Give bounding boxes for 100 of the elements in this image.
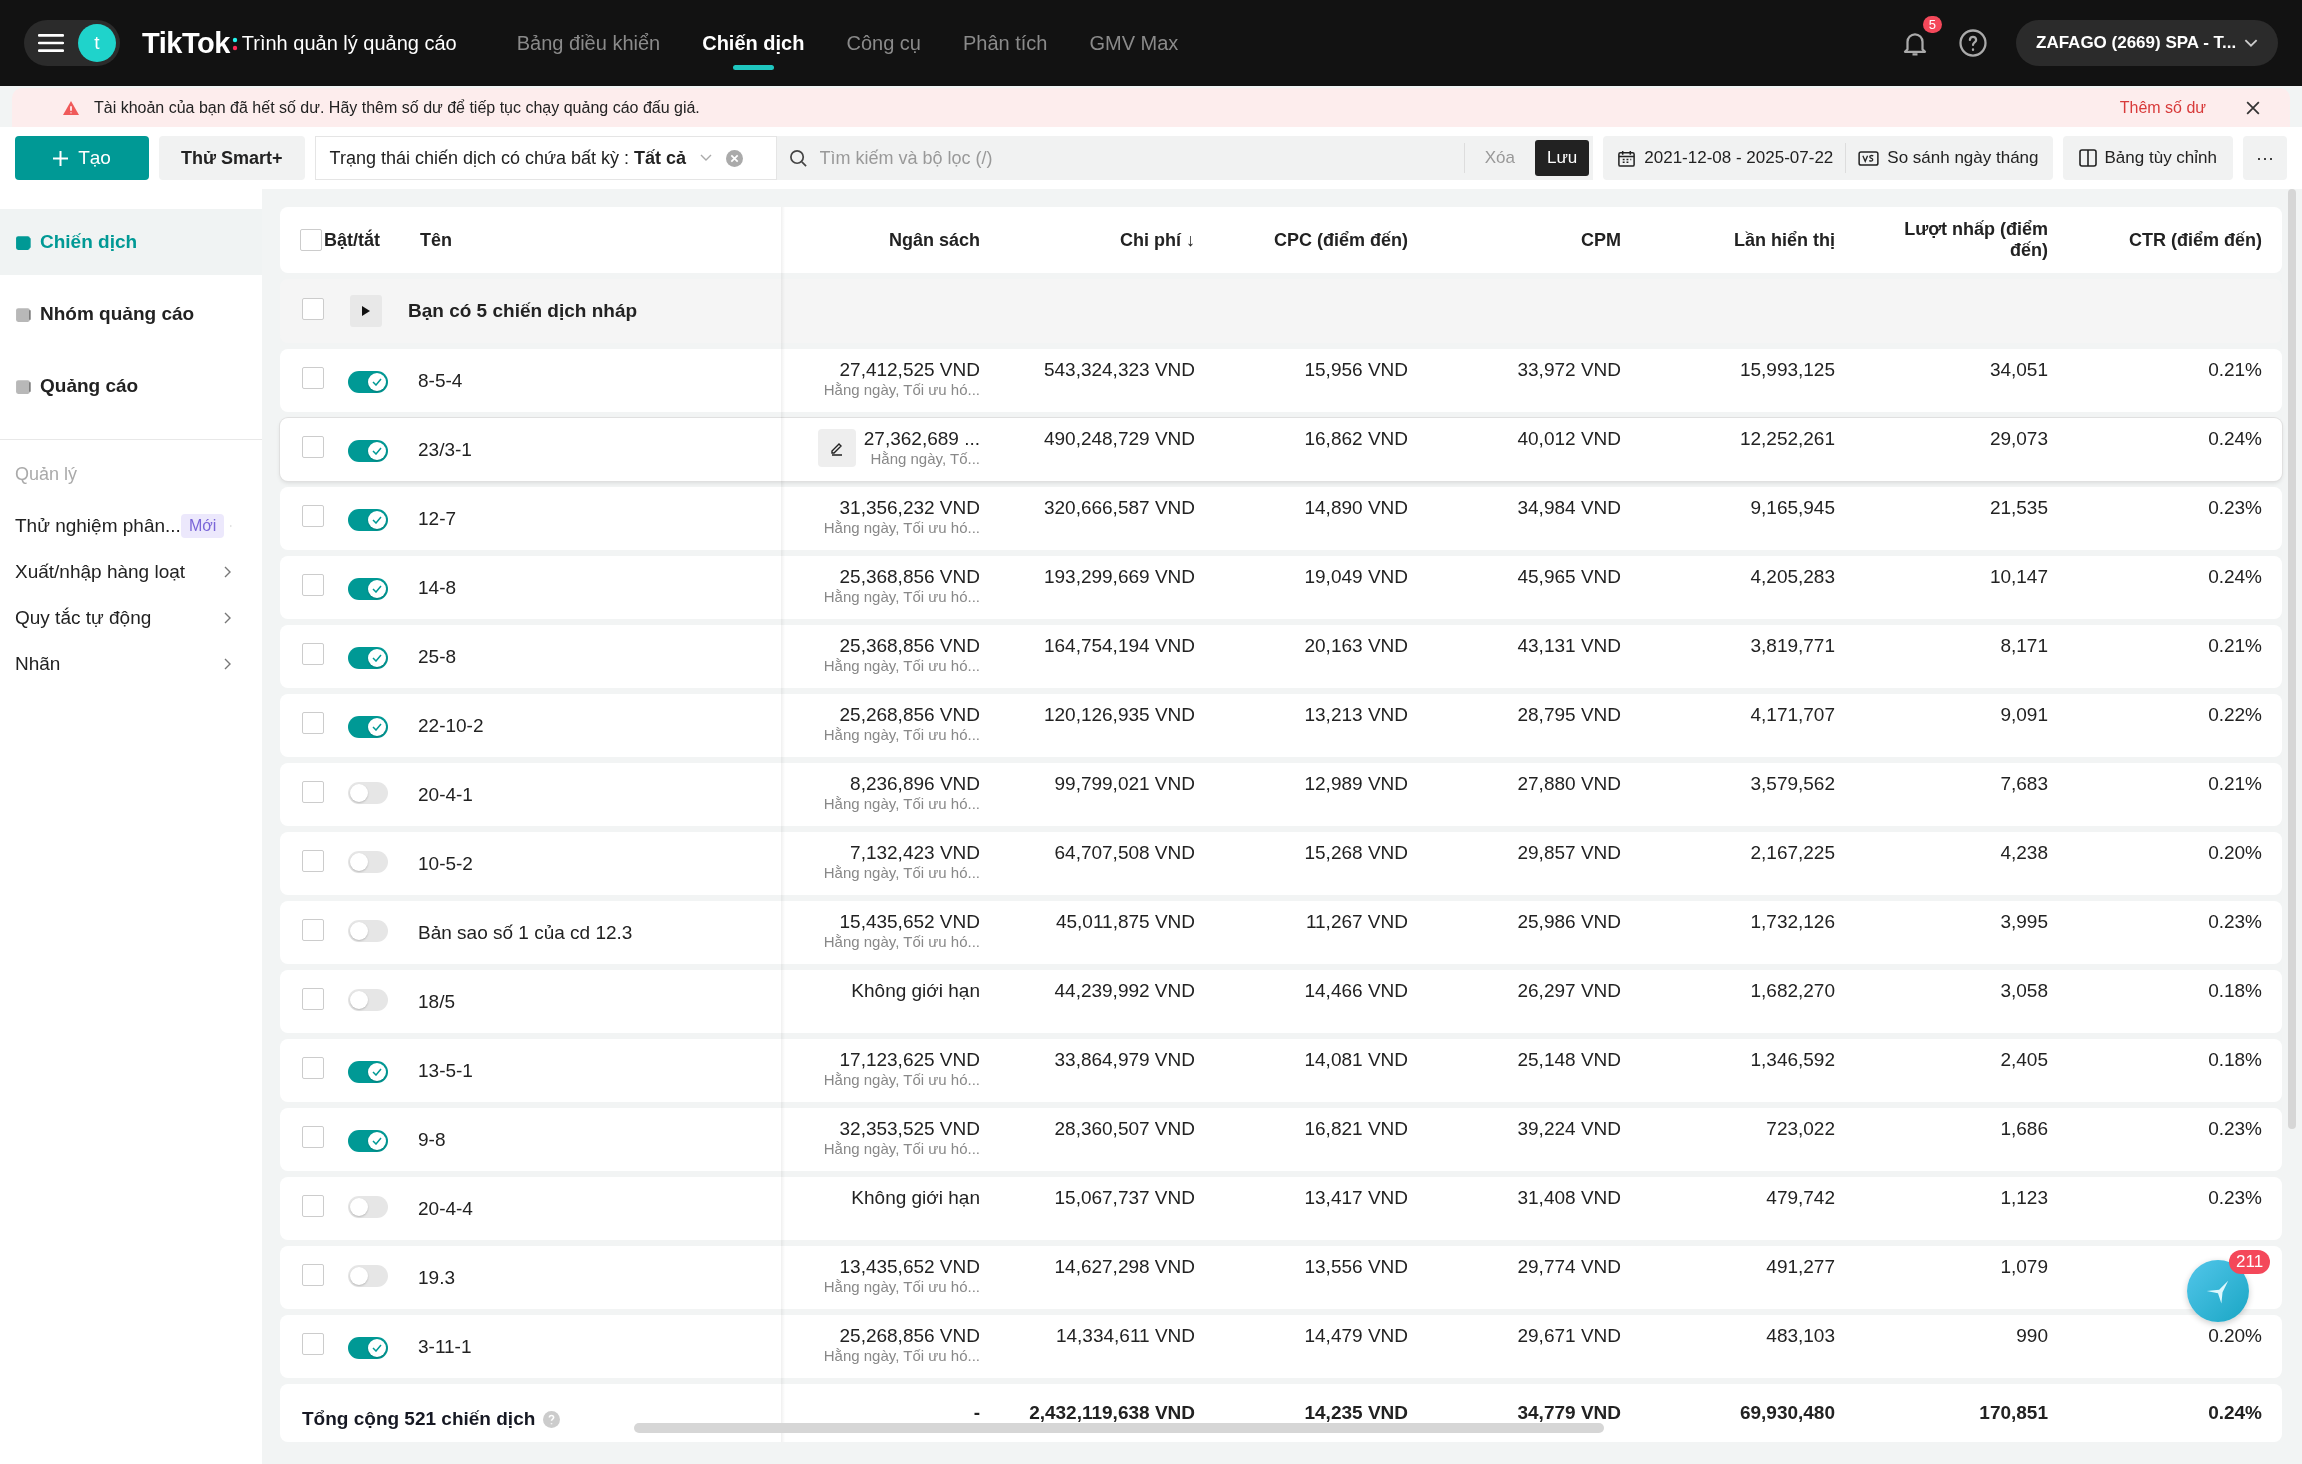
search-field[interactable]: Tìm kiếm và bộ lọc (/) Xóa Lưu: [776, 136, 1594, 180]
add-balance-link[interactable]: Thêm số dư: [2119, 98, 2206, 117]
column-header[interactable]: Lần hiển thị: [1734, 229, 1835, 251]
sidebar-level-item[interactable]: Nhóm quảng cáo: [0, 281, 262, 347]
row-checkbox[interactable]: [302, 643, 324, 665]
row-checkbox[interactable]: [302, 505, 324, 527]
toggle-switch[interactable]: [348, 370, 388, 393]
table-row[interactable]: 23/3-1 27,362,689 ... Hằng ngày, Tố... 490,248,729 VND 16,862 VND 40,012 VND 12,252,261 29,073 0.24%: [280, 418, 2282, 481]
row-checkbox[interactable]: [302, 1333, 324, 1355]
sidebar-menu-item[interactable]: Thử nghiệm phân... Mới: [0, 503, 262, 549]
toggle-switch[interactable]: [348, 508, 388, 531]
select-all-checkbox[interactable]: [300, 229, 322, 251]
campaign-name[interactable]: 25-8: [418, 645, 457, 667]
row-checkbox[interactable]: [302, 712, 324, 734]
table-row[interactable]: 10-5-2 7,132,423 VND Hằng ngày, Tối ưu hó... 64,707,508 VND 15,268 VND 29,857 VND 2,167,225 4,238 0.20%: [280, 832, 2282, 895]
toggle-switch[interactable]: [348, 1129, 388, 1152]
toggle-switch[interactable]: [348, 1336, 388, 1359]
column-header[interactable]: Bật/tắt: [324, 229, 380, 251]
table-row[interactable]: 18/5 Không giới hạn 44,239,992 VND 14,466 VND 26,297 VND 1,682,270 3,058 0.18%: [280, 970, 2282, 1033]
nav-tab[interactable]: Bảng điều khiển: [516, 0, 661, 86]
campaign-name[interactable]: 14-8: [418, 576, 457, 598]
column-header[interactable]: Chi phí ↓: [1120, 229, 1195, 251]
row-checkbox[interactable]: [302, 297, 324, 320]
column-header[interactable]: Lượt nhấp (điểm đến): [1898, 219, 2048, 261]
account-dropdown[interactable]: ZAFAGO (2669) SPA - T...: [2016, 20, 2278, 66]
table-row[interactable]: 3-11-1 25,268,856 VND Hằng ngày, Tối ưu hó... 14,334,611 VND 14,479 VND 29,671 VND 483,103 990 0.20%: [280, 1315, 2282, 1378]
row-checkbox[interactable]: [302, 919, 324, 941]
toggle-switch[interactable]: [348, 989, 388, 1011]
more-button[interactable]: ···: [2243, 136, 2287, 180]
table-row[interactable]: 8-5-4 27,412,525 VND Hằng ngày, Tối ưu hó... 543,324,323 VND 15,956 VND 33,972 VND 15,993,125 34,051 0.21%: [280, 349, 2282, 412]
vertical-scrollbar[interactable]: [2288, 189, 2296, 1129]
table-row[interactable]: 22-10-2 25,268,856 VND Hằng ngày, Tối ưu hó... 120,126,935 VND 13,213 VND 28,795 VND 4,171,707 9,091 0.22%: [280, 694, 2282, 757]
campaign-name[interactable]: Bản sao số 1 của cd 12.3: [418, 921, 633, 943]
table-row[interactable]: 14-8 25,368,856 VND Hằng ngày, Tối ưu hó... 193,299,669 VND 19,049 VND 45,965 VND 4,205,283 10,147 0.24%: [280, 556, 2282, 619]
table-row[interactable]: 25-8 25,368,856 VND Hằng ngày, Tối ưu hó... 164,754,194 VND 20,163 VND 43,131 VND 3,819,771 8,171 0.21%: [280, 625, 2282, 688]
column-header[interactable]: Tên: [420, 230, 452, 250]
row-checkbox[interactable]: [302, 1126, 324, 1148]
row-checkbox[interactable]: [302, 574, 324, 596]
toggle-switch[interactable]: [348, 851, 388, 873]
row-checkbox[interactable]: [302, 781, 324, 803]
row-checkbox[interactable]: [302, 1264, 324, 1286]
toggle-switch[interactable]: [348, 577, 388, 600]
campaign-name[interactable]: 10-5-2: [418, 852, 473, 874]
nav-tab[interactable]: Công cụ: [846, 0, 921, 86]
toggle-switch[interactable]: [348, 1265, 388, 1287]
sidebar-menu-item[interactable]: Nhãn: [0, 641, 262, 687]
table-row[interactable]: 12-7 31,356,232 VND Hằng ngày, Tối ưu hó... 320,666,587 VND 14,890 VND 34,984 VND 9,165,945 21,535 0.23%: [280, 487, 2282, 550]
customize-table-button[interactable]: Bảng tùy chỉnh: [2062, 136, 2233, 180]
help-icon[interactable]: [1958, 28, 1988, 58]
campaign-name[interactable]: 8-5-4: [418, 369, 463, 391]
campaign-name[interactable]: 23/3-1: [418, 438, 472, 460]
toggle-switch[interactable]: [348, 920, 388, 942]
expand-button[interactable]: [350, 295, 382, 327]
column-header[interactable]: CPM: [1581, 229, 1621, 251]
sidebar-level-item[interactable]: Quảng cáo: [0, 353, 262, 419]
row-checkbox[interactable]: [302, 850, 324, 872]
edit-button[interactable]: [817, 428, 856, 467]
campaign-name[interactable]: 3-11-1: [418, 1335, 472, 1357]
campaign-name[interactable]: 18/5: [418, 990, 455, 1012]
column-header[interactable]: CTR (điểm đến): [2129, 229, 2262, 251]
table-row[interactable]: 13-5-1 17,123,625 VND Hằng ngày, Tối ưu hó... 33,864,979 VND 14,081 VND 25,148 VND 1,346,592 2,405 0.18%: [280, 1039, 2282, 1102]
campaign-name[interactable]: 9-8: [418, 1128, 446, 1150]
smart-plus-button[interactable]: Thử Smart+: [159, 136, 305, 180]
save-button[interactable]: Lưu: [1534, 140, 1590, 176]
nav-tab[interactable]: Chiến dịch: [702, 0, 805, 86]
toggle-switch[interactable]: [348, 646, 388, 669]
toggle-switch[interactable]: [348, 1060, 388, 1083]
row-checkbox[interactable]: [302, 436, 324, 458]
table-row[interactable]: 9-8 32,353,525 VND Hằng ngày, Tối ưu hó... 28,360,507 VND 16,821 VND 39,224 VND 723,022 1,686 0.23%: [280, 1108, 2282, 1171]
campaign-name[interactable]: 13-5-1: [418, 1059, 473, 1081]
column-header[interactable]: CPC (điểm đến): [1274, 229, 1408, 251]
create-button[interactable]: Tạo: [15, 136, 149, 180]
toggle-switch[interactable]: [348, 439, 388, 462]
close-icon[interactable]: [2246, 100, 2260, 115]
campaign-name[interactable]: 12-7: [418, 507, 457, 529]
horizontal-scrollbar[interactable]: [634, 1423, 1604, 1433]
row-checkbox[interactable]: [302, 1057, 324, 1079]
clear-icon[interactable]: [726, 149, 744, 167]
status-filter[interactable]: Trạng thái chiến dịch có chứa bất kỳ : Tất cả: [314, 136, 777, 180]
compare-dates-button[interactable]: So sánh ngày tháng: [1858, 148, 2039, 168]
row-checkbox[interactable]: [302, 1195, 324, 1217]
row-checkbox[interactable]: [302, 988, 324, 1010]
toggle-switch[interactable]: [348, 1196, 388, 1218]
campaign-name[interactable]: 20-4-1: [418, 783, 473, 805]
table-row[interactable]: 20-4-4 Không giới hạn 15,067,737 VND 13,417 VND 31,408 VND 479,742 1,123 0.23%: [280, 1177, 2282, 1240]
toggle-switch[interactable]: [348, 782, 388, 804]
nav-tab[interactable]: Phân tích: [962, 0, 1048, 86]
table-row[interactable]: Bản sao số 1 của cd 12.3 15,435,652 VND Hằng ngày, Tối ưu hó... 45,011,875 VND 11,267 VND 25,986 VND 1,732,126 3,995 0.23%: [280, 901, 2282, 964]
campaign-name[interactable]: 19.3: [418, 1266, 455, 1288]
sidebar-menu-item[interactable]: Quy tắc tự động: [0, 595, 262, 641]
sidebar-menu-item[interactable]: Xuất/nhập hàng loạt: [0, 549, 262, 595]
nav-tab[interactable]: GMV Max: [1089, 0, 1179, 86]
brand-logo[interactable]: TikTok: [142, 26, 230, 60]
column-header[interactable]: Ngân sách: [888, 229, 980, 251]
row-checkbox[interactable]: [302, 367, 324, 389]
toggle-switch[interactable]: [348, 715, 388, 738]
table-row[interactable]: 20-4-1 8,236,896 VND Hằng ngày, Tối ưu hó... 99,799,021 VND 12,989 VND 27,880 VND 3,579,562 7,683 0.21%: [280, 763, 2282, 826]
date-range-picker[interactable]: 2021-12-08 - 2025-07-22: [1617, 148, 1834, 168]
campaign-name[interactable]: 22-10-2: [418, 714, 484, 736]
campaign-name[interactable]: 20-4-4: [418, 1197, 473, 1219]
